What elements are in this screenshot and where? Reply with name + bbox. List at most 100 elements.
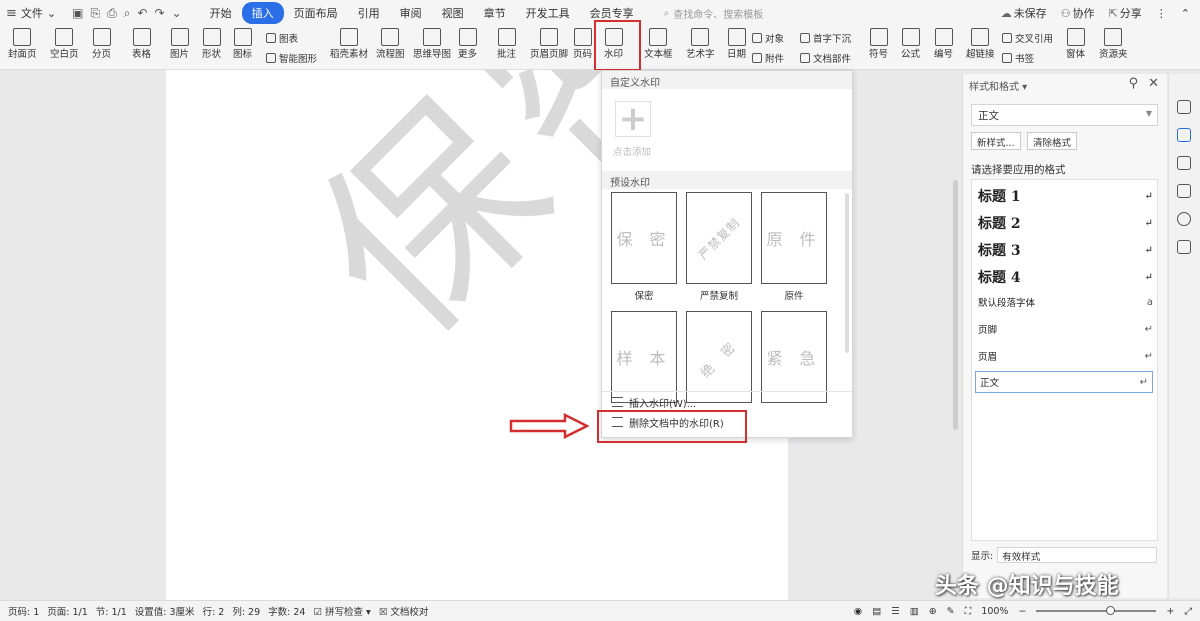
help-icon[interactable] xyxy=(1177,212,1191,226)
style-pen-icon[interactable] xyxy=(1177,128,1191,142)
style-default-font[interactable]: 默认段落字体 a xyxy=(978,295,1153,310)
wordart-button[interactable]: 艺术字 xyxy=(686,28,715,61)
status-word-count[interactable]: 字数: 24 xyxy=(268,604,305,618)
preview-icon[interactable]: ⌕ xyxy=(124,6,131,21)
unsaved-button[interactable]: ☁ 未保存 xyxy=(1001,5,1047,21)
status-section[interactable]: 节: 1/1 xyxy=(96,604,127,618)
style-heading-4[interactable]: 标题 4 ↵ xyxy=(978,267,1153,287)
doc-parts-button[interactable]: 文档部件 xyxy=(800,51,851,65)
page-break-button[interactable]: 分页 xyxy=(92,28,111,61)
drop-cap-button[interactable]: 首字下沉 xyxy=(800,31,851,45)
close-icon[interactable]: ✕ xyxy=(1148,76,1159,91)
show-select[interactable]: 有效样式 xyxy=(997,547,1158,563)
clear-format-button[interactable]: 清除格式 xyxy=(1027,132,1078,150)
zoom-slider-thumb[interactable] xyxy=(1106,606,1116,615)
textbox-button[interactable]: 文本框 xyxy=(644,28,673,61)
spell-check-button[interactable]: ☑ 拼写检查 ▾ xyxy=(313,604,370,618)
rocket-icon[interactable] xyxy=(1177,100,1191,114)
add-watermark-button[interactable]: + xyxy=(615,99,651,139)
style-header[interactable]: 页眉 ↵ xyxy=(978,349,1153,364)
insert-watermark-item[interactable]: 插入水印(W)... xyxy=(602,392,852,412)
status-pages[interactable]: 页面: 1/1 xyxy=(47,604,88,618)
status-page-number[interactable]: 页码: 1 xyxy=(8,604,39,618)
form-button[interactable]: 窗体 xyxy=(1066,28,1085,61)
tab-page-layout[interactable]: 页面布局 xyxy=(284,2,348,24)
document-scrollbar[interactable] xyxy=(953,180,958,430)
collapse-icon[interactable]: ⌃ xyxy=(1181,7,1190,20)
style-footer[interactable]: 页脚 ↵ xyxy=(978,322,1153,337)
style-body-text[interactable]: 正文 ↵ xyxy=(975,371,1153,393)
icon-button[interactable]: 图标 xyxy=(233,28,252,61)
page-number-button[interactable]: 页码 xyxy=(573,28,592,61)
image-tool-icon[interactable] xyxy=(1177,240,1191,254)
print-icon[interactable]: ⎙ xyxy=(107,6,117,21)
dropdown-scrollbar[interactable] xyxy=(845,193,849,353)
new-style-button[interactable]: 新样式... xyxy=(971,132,1021,150)
tab-review[interactable]: 审阅 xyxy=(390,2,432,24)
hyperlink-button[interactable]: 超链接 xyxy=(966,28,995,61)
undo-icon[interactable]: ↶ xyxy=(137,6,147,21)
reading-view-icon[interactable]: ▥ xyxy=(910,606,919,617)
save-icon[interactable]: ▣ xyxy=(72,6,83,21)
web-view-icon[interactable]: ⊕ xyxy=(929,606,937,617)
object-button[interactable]: 对象 xyxy=(752,31,784,45)
zoom-slider[interactable] xyxy=(1036,606,1157,615)
redo-icon[interactable]: ↷ xyxy=(154,6,164,21)
status-setting[interactable]: 设置值: 3厘米 xyxy=(135,604,195,618)
date-button[interactable]: 日期 xyxy=(727,28,746,61)
preset-sample[interactable]: 样 本 xyxy=(611,311,677,403)
formula-button[interactable]: 公式 xyxy=(901,28,920,61)
smart-art-button[interactable]: 智能图形 xyxy=(266,51,317,65)
eye-protection-icon[interactable]: ◉ xyxy=(854,606,862,617)
comment-button[interactable]: 批注 xyxy=(497,28,516,61)
tab-developer[interactable]: 开发工具 xyxy=(516,2,580,24)
pane-title[interactable]: 样式和格式 ▾ xyxy=(969,78,1027,93)
preset-top-secret[interactable]: 绝 密 xyxy=(686,311,752,403)
zoom-value[interactable]: 100% xyxy=(981,606,1008,617)
numbering-button[interactable]: 编号 xyxy=(934,28,953,61)
tab-references[interactable]: 引用 xyxy=(348,2,390,24)
docer-material-button[interactable]: 稻壳素材 xyxy=(330,28,368,61)
proofread-button[interactable]: ☒ 文档校对 xyxy=(379,604,429,618)
more-options-icon[interactable]: ⋮ xyxy=(1156,7,1167,20)
shape-button[interactable]: 形状 xyxy=(202,28,221,61)
fullscreen-icon[interactable]: ⤢ xyxy=(1184,606,1192,617)
tab-view[interactable]: 视图 xyxy=(432,2,474,24)
pin-icon[interactable]: ⚲ xyxy=(1129,76,1139,91)
tab-home[interactable]: 开始 xyxy=(200,2,242,24)
mindmap-button[interactable]: 思维导图 xyxy=(413,28,451,61)
more-icon[interactable]: ⌄ xyxy=(172,6,182,21)
zoom-in-icon[interactable]: + xyxy=(1166,606,1174,617)
write-view-icon[interactable]: ✎ xyxy=(947,606,955,617)
preset-no-copy[interactable]: 严禁复制 xyxy=(686,192,752,284)
preset-urgent[interactable]: 紧 急 xyxy=(761,311,827,403)
collaborate-button[interactable]: ⚇ 协作 xyxy=(1061,5,1095,21)
header-footer-button[interactable]: 页眉页脚 xyxy=(530,28,568,61)
command-search[interactable]: ⌕ 查找命令、搜索模板 xyxy=(664,6,764,21)
tab-section[interactable]: 章节 xyxy=(474,2,516,24)
bookmark-button[interactable]: 书签 xyxy=(1002,51,1034,65)
fit-icon[interactable]: ⛶ xyxy=(965,606,972,617)
blank-page-button[interactable]: 空白页 xyxy=(50,28,79,61)
style-heading-2[interactable]: 标题 2 ↵ xyxy=(978,213,1153,233)
chart-button[interactable]: 图表 xyxy=(266,31,298,45)
table-button[interactable]: 表格 xyxy=(132,28,151,61)
preset-original[interactable]: 原 件 xyxy=(761,192,827,284)
style-heading-1[interactable]: 标题 1 ↵ xyxy=(978,186,1153,206)
picture-button[interactable]: 图片 xyxy=(170,28,189,61)
preset-confidential[interactable]: 保 密 xyxy=(611,192,677,284)
cover-page-button[interactable]: 封面页 xyxy=(8,28,37,61)
symbol-button[interactable]: 符号 xyxy=(869,28,888,61)
file-menu[interactable]: ≡ 文件 ⌄ xyxy=(0,5,62,21)
select-cursor-icon[interactable] xyxy=(1177,156,1191,170)
attachment-button[interactable]: 附件 xyxy=(752,51,784,65)
status-column[interactable]: 列: 29 xyxy=(232,604,260,618)
export-icon[interactable]: ⎘ xyxy=(90,6,100,21)
current-style-select[interactable]: 正文 ▼ xyxy=(971,104,1158,126)
style-heading-3[interactable]: 标题 3 ↵ xyxy=(978,240,1153,260)
outline-view-icon[interactable]: ☰ xyxy=(891,606,900,617)
flowchart-button[interactable]: 流程图 xyxy=(376,28,405,61)
share-button[interactable]: ⇱ 分享 xyxy=(1109,5,1142,21)
status-row[interactable]: 行: 2 xyxy=(203,604,225,618)
more-button[interactable]: 更多 xyxy=(458,28,477,61)
